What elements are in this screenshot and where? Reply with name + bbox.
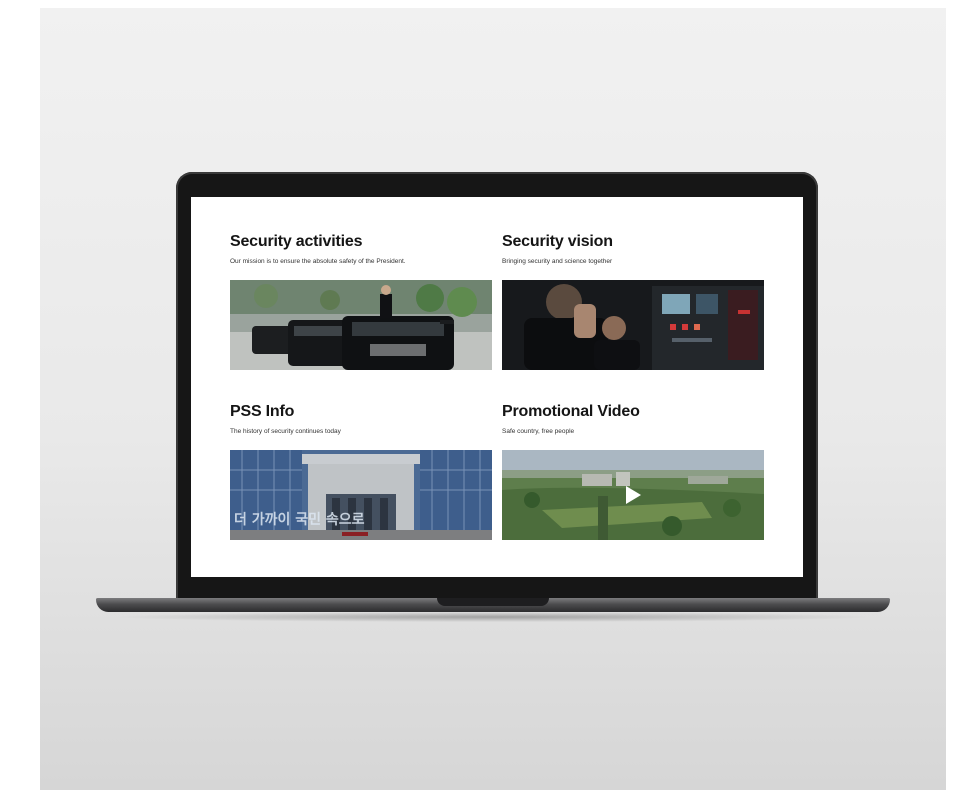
laptop-screen: Security activities Our mission is to en… <box>191 197 803 577</box>
motorcade-photo <box>230 280 492 370</box>
card-subtitle: The history of security continues today <box>230 428 341 435</box>
building-sign-text: 더 가까이 국민 속으로 <box>234 511 365 528</box>
control-room-photo <box>502 280 764 370</box>
play-icon[interactable] <box>626 486 641 504</box>
security-vision-image[interactable] <box>502 280 764 370</box>
laptop-notch <box>437 598 549 606</box>
card-subtitle: Safe country, free people <box>502 428 575 435</box>
promotional-video-thumbnail[interactable] <box>502 450 764 540</box>
card-subtitle: Our mission is to ensure the absolute sa… <box>230 258 406 265</box>
security-activities-image[interactable] <box>230 280 492 370</box>
card-title[interactable]: Security vision <box>502 233 613 251</box>
card-subtitle: Bringing security and science together <box>502 258 613 265</box>
pss-info-image[interactable]: 더 가까이 국민 속으로 <box>230 450 492 540</box>
card-title[interactable]: Promotional Video <box>502 403 640 421</box>
laptop-shadow <box>120 612 866 622</box>
card-title[interactable]: PSS Info <box>230 403 294 421</box>
card-title[interactable]: Security activities <box>230 233 362 251</box>
building-photo: 더 가까이 국민 속으로 <box>230 450 492 540</box>
